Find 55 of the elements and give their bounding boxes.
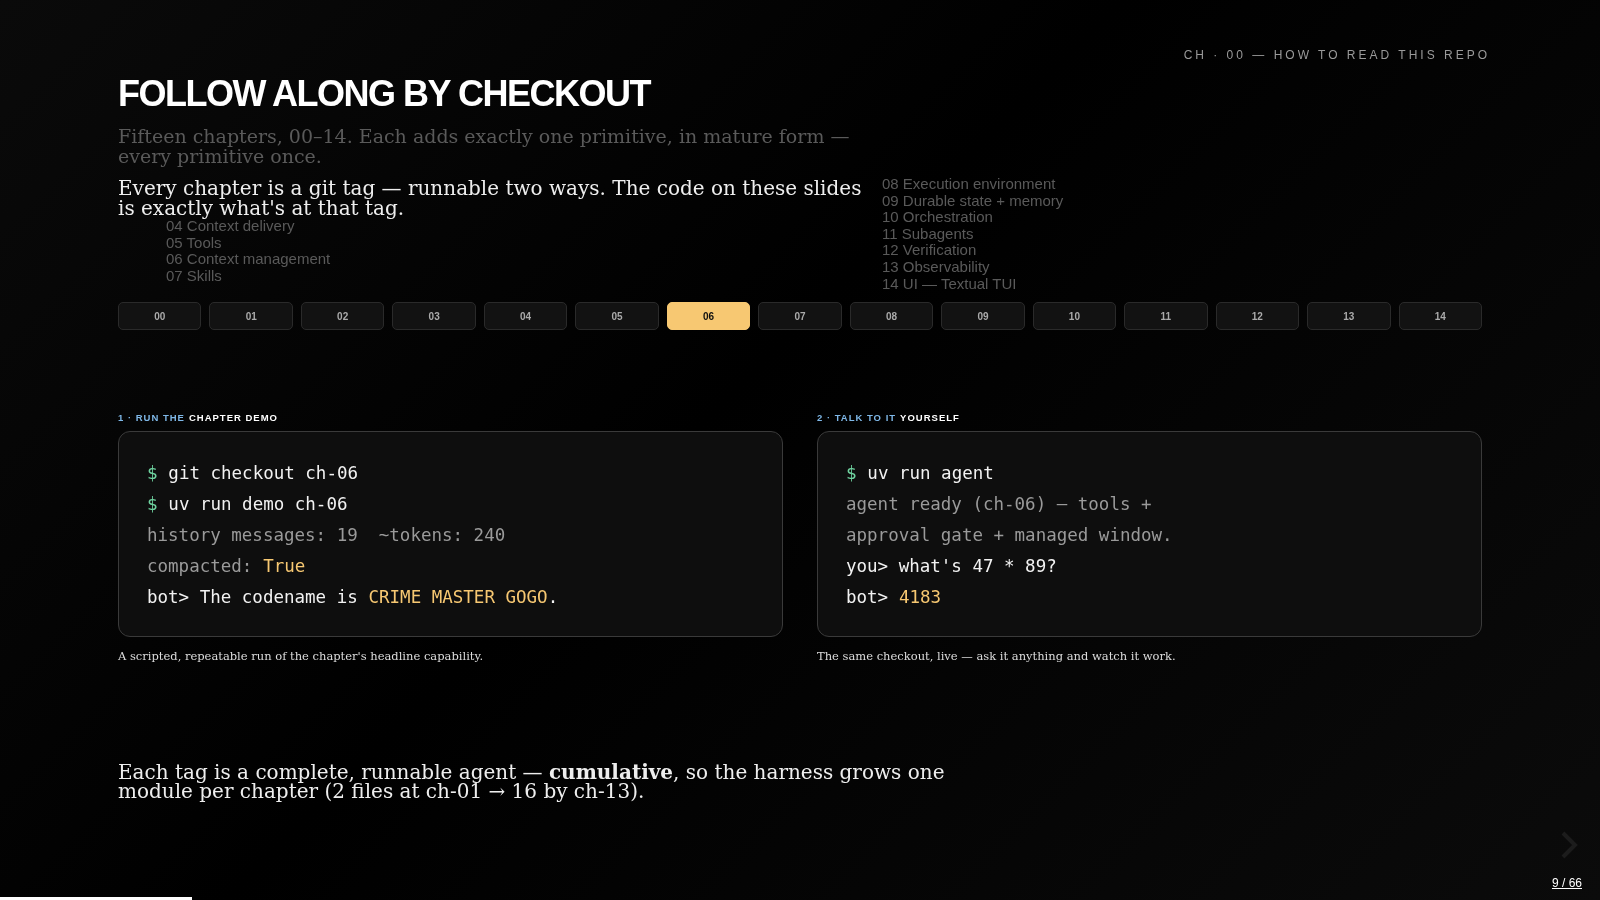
section-heading: YOURSELF [900,412,960,424]
chapter-tab[interactable]: 07 [758,302,842,331]
faded-list-item: 12 Verification [882,242,978,259]
section-heading: CHAPTER DEMO [188,412,278,424]
card-caption: A scripted, repeatable run of the chapter's headline capability. [118,649,485,664]
faded-list-item: 08 Execution environment [882,176,1057,193]
terminal-text: $ [147,493,158,517]
slide-title: FOLLOW ALONG BY CHECKOUT [118,72,652,116]
terminal-text: bot> [846,586,889,610]
faded-list-item: 06 Context management [166,251,332,268]
chapter-tab[interactable]: 08 [849,302,934,331]
terminal-text: . [547,586,559,610]
terminal-text: True [263,555,306,579]
terminal-text: git checkout ch-06 [168,462,358,486]
chapter-tab[interactable]: 11 [1124,302,1208,331]
page-number[interactable]: 9 / 66 [1551,876,1582,890]
faded-list-item: 05 Tools [166,234,223,252]
chapter-tab[interactable]: 01 [209,302,293,331]
faded-text: Fifteen chapters, 00–14. Each adds exactly one primitive, in mature form — every primitive once. [118,126,851,166]
footer-paragraph: Each tag is a complete, runnable agent — cumulative, so the harness grows one module per chapter (2 files at ch-01 → 16 by ch-13). [118,763,946,802]
section-heading: 1 · RUN THE [118,412,185,424]
terminal-text: uv run demo ch-06 [168,493,348,517]
terminal-text: 4183 [898,586,942,610]
terminal-text: history messages: 19 ~tokens: 240 [147,524,506,548]
terminal-text: uv run agent [867,462,994,486]
chapter-tab[interactable]: 04 [483,302,568,331]
chapter-tab[interactable]: 00 [118,302,202,331]
card-caption: The same checkout, live — ask it anything and watch it work. [817,649,1177,664]
chapter-tab[interactable]: 13 [1307,302,1391,331]
terminal-text: bot> The codename is [147,586,358,610]
chapter-tab[interactable]: 05 [575,302,659,331]
chapter-tab[interactable]: 06 [666,302,751,331]
chapter-tab[interactable]: 09 [941,302,1025,331]
faded-list-item: 11 Subagents [882,225,975,243]
chapter-tab[interactable]: 12 [1215,302,1300,331]
chapter-tab[interactable]: 03 [392,302,476,331]
faded-list-item: 09 Durable state + memory [882,192,1065,210]
terminal-text: CRIME MASTER GOGO [368,586,548,610]
faded-list-item: 13 Observability [882,258,991,276]
terminal-text: approval gate + managed window. [846,524,1173,548]
terminal-text: compacted: [147,555,253,579]
terminal-text: $ [147,462,158,486]
terminal-text: $ [846,462,857,486]
faded-list-item: 14 UI — Textual TUI [882,275,1018,293]
chapter-tab[interactable]: 14 [1398,302,1483,331]
terminal-text: you> what's 47 * 89? [846,555,1057,579]
section-heading: 2 · TALK TO IT [817,412,897,424]
chapter-tab[interactable]: 10 [1032,302,1117,331]
chapter-label: CH · 00 — HOW TO READ THIS REPO [1183,48,1490,62]
lead-paragraph: Every chapter is a git tag — runnable two ways. The code on these slides is exactly what's at that tag. [118,178,863,218]
faded-list-item: 10 Orchestration [882,209,994,226]
chapter-tab[interactable]: 02 [300,302,385,331]
terminal-text: agent ready (ch-06) — tools + [846,493,1152,517]
faded-list-item: 07 Skills [166,267,223,285]
faded-list-item: 04 Context delivery [166,218,296,235]
